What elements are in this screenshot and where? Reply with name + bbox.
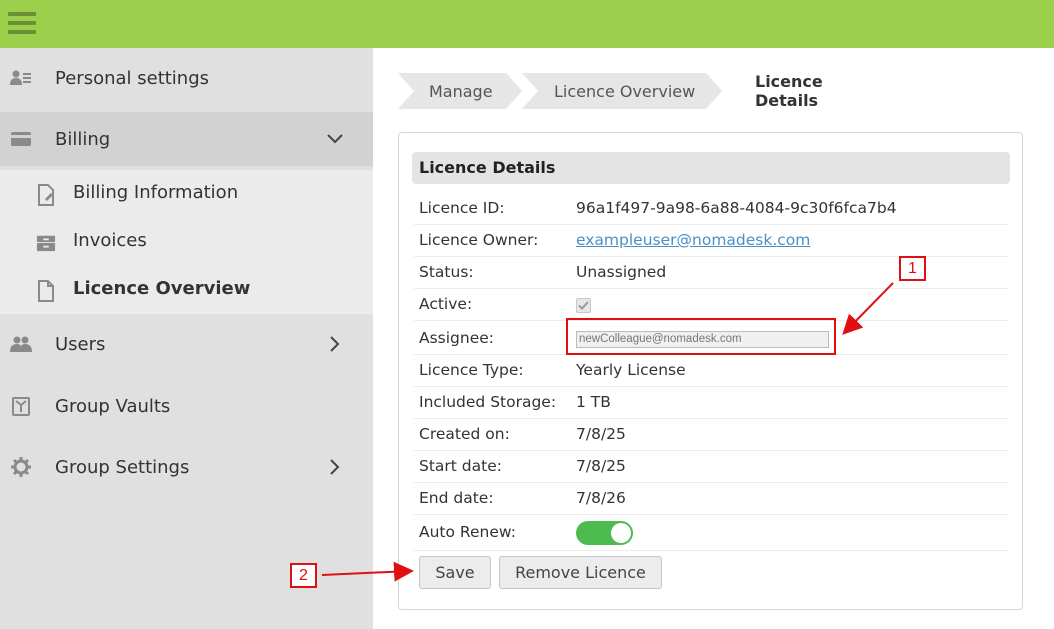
field-label: Licence Owner:	[419, 231, 539, 249]
breadcrumb-notch	[522, 73, 538, 109]
sidebar-item-users[interactable]: Users	[0, 317, 373, 371]
sidebar-item-label: Group Vaults	[55, 395, 171, 417]
document-icon	[36, 280, 56, 302]
field-row-active: Active:	[414, 289, 1008, 321]
auto-renew-toggle[interactable]	[576, 521, 633, 545]
sidebar-subitem-label: Licence Overview	[73, 278, 251, 299]
field-label: Auto Renew:	[419, 523, 516, 541]
chevron-right-icon	[325, 334, 345, 354]
sidebar-subitem-licence-overview[interactable]: Licence Overview	[0, 266, 373, 314]
callout-number-1: 1	[899, 256, 926, 281]
field-row-auto-renew: Auto Renew:	[414, 515, 1008, 551]
breadcrumb-arrow	[506, 73, 522, 109]
card-header: Licence Details	[412, 152, 1010, 184]
sidebar-item-label: Personal settings	[55, 67, 210, 89]
breadcrumb-arrow	[706, 73, 722, 109]
field-row-storage: Included Storage: 1 TB	[414, 387, 1008, 419]
save-button[interactable]: Save	[419, 556, 491, 589]
end-date-value: 7/8/26	[576, 489, 626, 507]
sidebar-item-personal-settings[interactable]: Personal settings	[0, 51, 373, 105]
field-label: Created on:	[419, 425, 510, 443]
field-label: Licence ID:	[419, 199, 505, 217]
field-label: Licence Type:	[419, 361, 524, 379]
field-row-licence-id: Licence ID: 96a1f497-9a98-6a88-4084-9c30…	[414, 193, 1008, 225]
breadcrumb-item-licence-overview[interactable]: Licence Overview	[522, 73, 706, 109]
active-checkbox[interactable]	[576, 298, 591, 313]
licence-id-value: 96a1f497-9a98-6a88-4084-9c30f6fca7b4	[576, 199, 897, 217]
field-row-created: Created on: 7/8/25	[414, 419, 1008, 451]
billing-submenu: Billing Information Invoices Licence Ove…	[0, 170, 373, 314]
field-label: Active:	[419, 295, 473, 313]
chevron-down-icon	[325, 129, 345, 149]
card-title: Licence Details	[419, 158, 556, 177]
sidebar: Personal settings Billing Billing Inform…	[0, 48, 373, 629]
breadcrumb-label: Licence Overview	[554, 81, 696, 101]
breadcrumb-label: Manage	[429, 81, 493, 101]
toggle-knob	[611, 523, 631, 543]
hamburger-menu-icon[interactable]	[8, 12, 36, 36]
sidebar-item-label: Users	[55, 333, 106, 355]
storage-value: 1 TB	[576, 393, 611, 411]
field-label: Start date:	[419, 457, 502, 475]
field-row-end: End date: 7/8/26	[414, 483, 1008, 515]
sidebar-item-group-vaults[interactable]: Group Vaults	[0, 379, 373, 433]
sidebar-item-label: Billing	[55, 128, 111, 150]
breadcrumb-notch	[398, 73, 414, 109]
vault-icon	[10, 396, 32, 416]
status-value: Unassigned	[576, 263, 667, 281]
field-label: End date:	[419, 489, 494, 507]
field-row-start: Start date: 7/8/25	[414, 451, 1008, 483]
person-settings-icon	[10, 68, 32, 88]
sidebar-subitem-label: Billing Information	[73, 182, 239, 203]
owner-email-link[interactable]: exampleuser@nomadesk.com	[576, 231, 810, 249]
users-icon	[10, 334, 32, 354]
sidebar-subitem-invoices[interactable]: Invoices	[0, 218, 373, 266]
field-row-owner: Licence Owner: exampleuser@nomadesk.com	[414, 225, 1008, 257]
licence-details-card: Licence Details Licence ID: 96a1f497-9a9…	[398, 132, 1023, 610]
created-value: 7/8/25	[576, 425, 626, 443]
breadcrumb-current: Licence Details	[755, 72, 823, 110]
gear-icon	[10, 457, 32, 477]
callout-number-2: 2	[290, 563, 317, 588]
billing-card-icon	[10, 129, 32, 149]
document-edit-icon	[36, 184, 56, 206]
sidebar-subitem-label: Invoices	[73, 230, 147, 251]
sidebar-item-billing[interactable]: Billing	[0, 112, 373, 166]
field-label: Status:	[419, 263, 474, 281]
breadcrumb-item-manage[interactable]: Manage	[398, 73, 506, 109]
invoices-icon	[36, 232, 56, 254]
chevron-right-icon	[325, 457, 345, 477]
top-bar	[0, 0, 1054, 48]
sidebar-subitem-billing-information[interactable]: Billing Information	[0, 170, 373, 218]
callout-highlight-assignee	[566, 318, 836, 355]
start-date-value: 7/8/25	[576, 457, 626, 475]
field-row-type: Licence Type: Yearly License	[414, 355, 1008, 387]
licence-type-value: Yearly License	[576, 361, 686, 379]
field-label: Included Storage:	[419, 393, 557, 411]
remove-licence-button[interactable]: Remove Licence	[499, 556, 662, 589]
sidebar-item-group-settings[interactable]: Group Settings	[0, 440, 373, 494]
sidebar-item-label: Group Settings	[55, 456, 190, 478]
checkmark-icon	[578, 301, 589, 310]
field-label: Assignee:	[419, 329, 495, 347]
